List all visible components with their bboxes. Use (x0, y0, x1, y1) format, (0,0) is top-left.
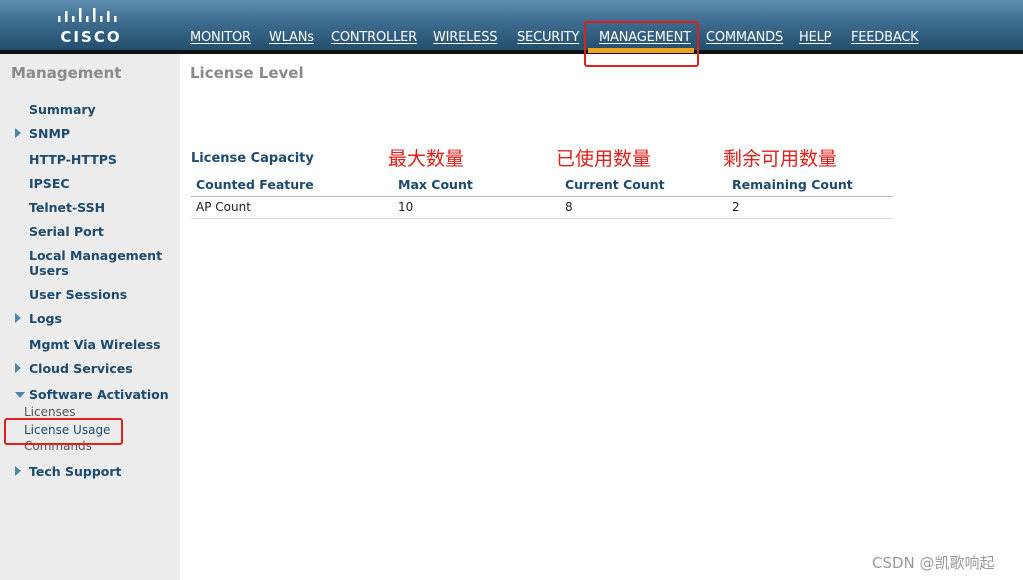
sidebar-item-mgmt-via-wireless[interactable]: Mgmt Via Wireless (29, 337, 174, 352)
nav-wlans[interactable]: WLANs (269, 30, 314, 46)
table-header-current-count: Current Count (565, 177, 665, 192)
nav-wireless[interactable]: WIRELESS (433, 30, 497, 46)
table-row-divider (191, 218, 893, 219)
table-cell-current-count: 8 (565, 200, 573, 214)
sidebar-item-local-management-users[interactable]: Local Management Users (29, 248, 174, 278)
sidebar-item-telnet-ssh[interactable]: Telnet-SSH (29, 200, 174, 215)
table-header-remaining-count: Remaining Count (732, 177, 853, 192)
highlight-box-license-usage (4, 418, 123, 445)
nav-controller[interactable]: CONTROLLER (331, 30, 417, 46)
page-title: License Level (190, 64, 304, 82)
nav-monitor[interactable]: MONITOR (190, 30, 251, 46)
section-title: License Capacity (191, 151, 314, 166)
sidebar-item-summary[interactable]: Summary (29, 102, 174, 117)
sidebar-subitem-licenses[interactable]: Licenses (24, 405, 76, 419)
annotation-max-count: 最大数量 (388, 148, 465, 170)
sidebar-item-user-sessions[interactable]: User Sessions (29, 287, 174, 302)
logo-text: CISCO (60, 28, 122, 46)
highlight-box-management (584, 21, 699, 67)
nav-help[interactable]: HELP (799, 30, 831, 46)
expand-arrow-icon[interactable] (15, 313, 21, 323)
table-header-max-count: Max Count (398, 177, 473, 192)
sidebar-item-http-https[interactable]: HTTP-HTTPS (29, 152, 174, 167)
sidebar-item-ipsec[interactable]: IPSEC (29, 176, 174, 191)
expand-arrow-icon[interactable] (15, 466, 21, 476)
sidebar-item-cloud-services[interactable]: Cloud Services (29, 361, 174, 376)
nav-security[interactable]: SECURITY (517, 30, 579, 46)
sidebar-item-software-activation[interactable]: Software Activation (29, 387, 174, 402)
sidebar-title: Management (11, 64, 122, 82)
top-header: CISCO MONITOR WLANs CONTROLLER WIRELESS … (0, 0, 1023, 50)
collapse-arrow-icon[interactable] (15, 392, 25, 398)
cisco-bridge-icon (58, 8, 117, 22)
sidebar-item-logs[interactable]: Logs (29, 311, 174, 326)
nav-commands[interactable]: COMMANDS (706, 30, 783, 46)
sidebar-item-serial-port[interactable]: Serial Port (29, 224, 174, 239)
sidebar-item-tech-support[interactable]: Tech Support (29, 464, 174, 479)
table-cell-max-count: 10 (398, 200, 414, 214)
annotation-remaining-count: 剩余可用数量 (723, 148, 838, 170)
table-cell-remaining-count: 2 (732, 200, 740, 214)
watermark: CSDN @凯歌响起 (872, 554, 995, 572)
expand-arrow-icon[interactable] (15, 128, 21, 138)
nav-feedback[interactable]: FEEDBACK (851, 30, 919, 46)
table-cell-feature: AP Count (196, 200, 251, 214)
cisco-logo[interactable]: CISCO (56, 6, 126, 46)
expand-arrow-icon[interactable] (15, 363, 21, 373)
sidebar: Management Summary SNMP HTTP-HTTPS IPSEC… (0, 54, 180, 580)
sidebar-item-snmp[interactable]: SNMP (29, 126, 174, 141)
annotation-current-count: 已使用数量 (556, 148, 652, 170)
table-header-counted-feature: Counted Feature (196, 177, 314, 192)
table-header-divider (191, 196, 893, 197)
